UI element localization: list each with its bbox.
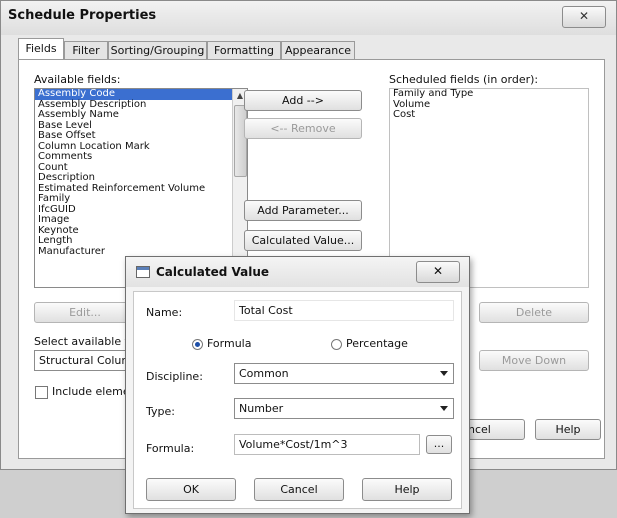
type-label: Type: <box>146 405 175 418</box>
type-value: Number <box>239 402 284 415</box>
window-icon <box>136 266 150 278</box>
discipline-label: Discipline: <box>146 370 203 383</box>
delete-field-button[interactable]: Delete <box>479 302 589 323</box>
window-close-button[interactable]: ✕ <box>562 6 606 28</box>
available-fields-label: Available fields: <box>34 73 121 86</box>
tab-sorting-grouping[interactable]: Sorting/Grouping <box>108 41 207 59</box>
formula-radio[interactable] <box>192 339 203 350</box>
select-available-fields-label: Select available fie <box>34 335 139 348</box>
include-elements-checkbox[interactable] <box>35 386 48 399</box>
help-button[interactable]: Help <box>535 419 601 440</box>
scheduled-field-item[interactable]: Family and Type <box>390 89 588 100</box>
calculated-value-button[interactable]: Calculated Value... <box>244 230 362 251</box>
dialog-close-button[interactable]: ✕ <box>416 261 460 283</box>
available-field-item[interactable]: Assembly Code <box>35 89 247 100</box>
calculated-value-dialog: Calculated Value ✕ Name: Total Cost Form… <box>125 256 470 514</box>
formula-browse-button[interactable]: ... <box>426 435 452 454</box>
window-title: Schedule Properties <box>8 8 157 23</box>
name-input[interactable]: Total Cost <box>234 300 454 321</box>
tab-filter[interactable]: Filter <box>64 41 108 59</box>
available-field-item[interactable]: Length <box>35 235 247 247</box>
type-dropdown[interactable]: Number <box>234 398 454 419</box>
tab-formatting[interactable]: Formatting <box>207 41 281 59</box>
ok-button[interactable]: OK <box>146 478 236 501</box>
scrollbar-thumb[interactable] <box>234 105 247 177</box>
remove-field-button[interactable]: <-- Remove <box>244 118 362 139</box>
dialog-help-button[interactable]: Help <box>362 478 452 501</box>
scheduled-field-item[interactable]: Cost <box>390 109 588 121</box>
add-parameter-button[interactable]: Add Parameter... <box>244 200 362 221</box>
discipline-value: Common <box>239 367 289 380</box>
available-field-item[interactable]: Image <box>35 214 247 226</box>
percentage-radio[interactable] <box>331 339 342 350</box>
scheduled-field-item[interactable]: Volume <box>390 99 588 111</box>
chevron-down-icon <box>440 406 448 411</box>
chevron-down-icon <box>440 371 448 376</box>
name-label: Name: <box>146 306 183 319</box>
tab-fields[interactable]: Fields <box>18 38 64 60</box>
formula-input[interactable]: Volume*Cost/1m^3 <box>234 434 420 455</box>
edit-field-button[interactable]: Edit... <box>34 302 136 323</box>
dialog-title: Calculated Value <box>156 265 270 279</box>
move-down-button[interactable]: Move Down <box>479 350 589 371</box>
dialog-body: Name: Total Cost Formula Percentage Disc… <box>133 291 462 509</box>
dialog-title-bar: Calculated Value ✕ <box>126 257 469 287</box>
percentage-option-label: Percentage <box>346 337 408 350</box>
formula-option-label: Formula <box>207 337 252 350</box>
scheduled-fields-label: Scheduled fields (in order): <box>389 73 539 86</box>
available-field-item[interactable]: Family <box>35 193 247 205</box>
discipline-dropdown[interactable]: Common <box>234 363 454 384</box>
available-field-item[interactable]: Comments <box>35 151 247 163</box>
available-field-item[interactable]: Description <box>35 172 247 184</box>
add-field-button[interactable]: Add --> <box>244 90 362 111</box>
formula-label: Formula: <box>146 442 195 455</box>
available-field-item[interactable]: Assembly Name <box>35 109 247 121</box>
tab-appearance[interactable]: Appearance <box>281 41 355 59</box>
include-elements-label: Include elemen <box>52 385 137 398</box>
title-bar: Schedule Properties ✕ <box>1 1 616 35</box>
available-field-item[interactable]: Base Offset <box>35 130 247 142</box>
dialog-cancel-button[interactable]: Cancel <box>254 478 344 501</box>
